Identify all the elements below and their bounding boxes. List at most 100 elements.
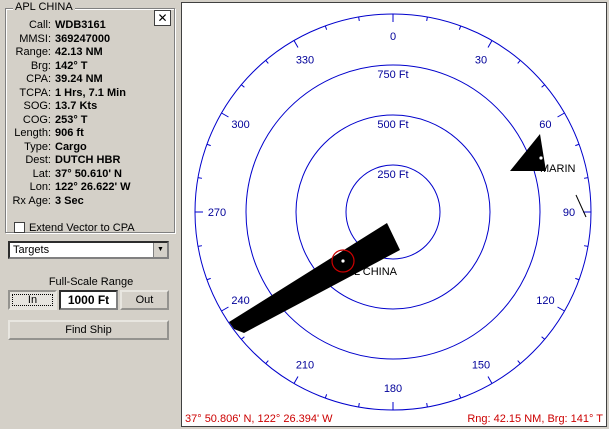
radar-display[interactable]: 0 30 60 90 120 150 180 210 240 270 300 330 250 Ft 500…	[181, 2, 607, 427]
info-key: Call:	[28, 19, 51, 31]
bearing-tick	[487, 376, 493, 384]
ring-range-label: 250 Ft	[377, 169, 408, 181]
chevron-down-icon[interactable]: ▼	[153, 243, 167, 257]
view-mode-value: Targets	[13, 244, 50, 256]
info-row: Brg: 142° T	[6, 60, 88, 73]
target-label: L CHINA	[354, 266, 398, 278]
bearing-tick	[458, 394, 462, 399]
zoom-out-button[interactable]: Out	[120, 290, 169, 310]
info-value: 13.7 Kts	[55, 100, 98, 112]
info-row: Call: WDB3161	[6, 19, 106, 32]
ring-range-label: 750 Ft	[377, 69, 408, 81]
extend-vector-checkbox[interactable]	[14, 222, 25, 233]
bearing-tick	[221, 306, 229, 312]
info-value: 42.13 NM	[55, 46, 103, 58]
bearing-tick	[197, 245, 203, 247]
info-key: Range:	[15, 46, 51, 58]
range-value: 1000 Ft	[59, 290, 118, 310]
bearing-tick	[324, 25, 328, 30]
target-name-title: APL CHINA	[13, 1, 75, 13]
info-value: DUTCH HBR	[55, 154, 121, 166]
info-value: 369247000	[55, 32, 111, 45]
view-mode-select[interactable]: Targets ▼	[8, 241, 169, 259]
other-target-dot	[538, 155, 544, 161]
info-key: MMSI:	[19, 32, 51, 45]
zoom-in-button[interactable]: In	[8, 290, 57, 310]
info-row: Type: Cargo	[6, 141, 87, 154]
info-key: Rx Age:	[12, 194, 51, 207]
info-key: CPA:	[26, 73, 51, 85]
bearing-tick	[324, 394, 328, 399]
bearing-tick	[241, 84, 245, 88]
bearing-tick	[358, 402, 360, 408]
bearing-label: 180	[384, 383, 402, 395]
target-center-dot	[340, 258, 346, 264]
bearing-tick	[557, 112, 565, 118]
bearing-label: 270	[208, 207, 226, 219]
info-key: TCPA:	[19, 86, 51, 99]
info-key: COG:	[22, 113, 51, 126]
bearing-label: 60	[539, 119, 551, 131]
info-key: Length:	[14, 127, 51, 139]
bearing-tick	[517, 360, 521, 364]
bearing-tick	[583, 245, 589, 247]
bearing-tick	[575, 277, 580, 281]
info-row: SOG: 13.7 Kts	[6, 100, 97, 113]
info-value: 37° 50.610' N	[55, 167, 122, 180]
info-row: Dest: DUTCH HBR	[6, 154, 120, 167]
close-button[interactable]: ✕	[154, 10, 171, 26]
target-details-group: APL CHINA Call: WDB3161 MMSI: 369247000 Rang…	[5, 1, 175, 235]
heading-vector-line	[575, 194, 587, 218]
info-key: SOG:	[23, 100, 51, 112]
info-value: 142° T	[55, 59, 88, 72]
bearing-label: 300	[231, 119, 249, 131]
range-label: Full-Scale Range	[48, 276, 134, 288]
bearing-label: 150	[472, 359, 490, 371]
bearing-tick	[426, 16, 428, 22]
bearing-tick	[557, 306, 565, 312]
bearing-label: 330	[296, 55, 314, 67]
bearing-label: 120	[536, 295, 554, 307]
info-value: 253° T	[55, 113, 88, 126]
bearing-tick	[541, 336, 545, 340]
bearing-tick	[358, 16, 360, 22]
extend-vector-label: Extend Vector to CPA	[29, 222, 135, 234]
bearing-tick	[206, 143, 211, 147]
bearing-tick	[197, 177, 203, 179]
bearing-tick	[541, 84, 545, 88]
range-ring	[245, 64, 541, 360]
find-ship-button[interactable]: Find Ship	[8, 320, 169, 340]
info-key: Lon:	[29, 181, 51, 193]
cursor-position-readout: 37° 50.806' N, 122° 26.394' W	[185, 413, 333, 425]
info-row: Lon: 122° 26.622' W	[6, 181, 131, 194]
bearing-tick	[265, 60, 269, 64]
bearing-tick	[426, 402, 428, 408]
bearing-tick	[293, 376, 299, 384]
info-key: Brg:	[30, 59, 51, 72]
own-vessel-hull	[229, 223, 400, 333]
bearing-tick	[583, 177, 589, 179]
info-key: Lat:	[32, 167, 51, 180]
info-value: Cargo	[55, 140, 87, 153]
bearing-tick	[487, 40, 493, 48]
radar-plot[interactable]: 0 30 60 90 120 150 180 210 240 270 300 330 250 Ft 500…	[182, 3, 606, 426]
bearing-tick	[241, 336, 245, 340]
bearing-label: 240	[231, 295, 249, 307]
bearing-tick	[221, 112, 229, 118]
info-value: 3 Sec	[55, 194, 84, 207]
info-value: 906 ft	[55, 127, 84, 139]
info-row: MMSI: 369247000	[6, 33, 110, 46]
bearing-label: 210	[296, 359, 314, 371]
extend-vector-option[interactable]: Extend Vector to CPA	[14, 222, 135, 235]
info-row: COG: 253° T	[6, 114, 88, 127]
bearing-tick	[265, 360, 269, 364]
info-value: WDB3161	[55, 19, 106, 31]
ring-range-label: 500 Ft	[377, 119, 408, 131]
info-row: Lat: 37° 50.610' N	[6, 168, 122, 181]
info-row: Length: 906 ft	[6, 127, 84, 140]
info-row: Range: 42.13 NM	[6, 46, 103, 59]
bearing-label: 30	[475, 55, 487, 67]
info-value: 122° 26.622' W	[55, 181, 131, 193]
bearing-tick	[517, 60, 521, 64]
info-key: Dest:	[25, 154, 51, 166]
